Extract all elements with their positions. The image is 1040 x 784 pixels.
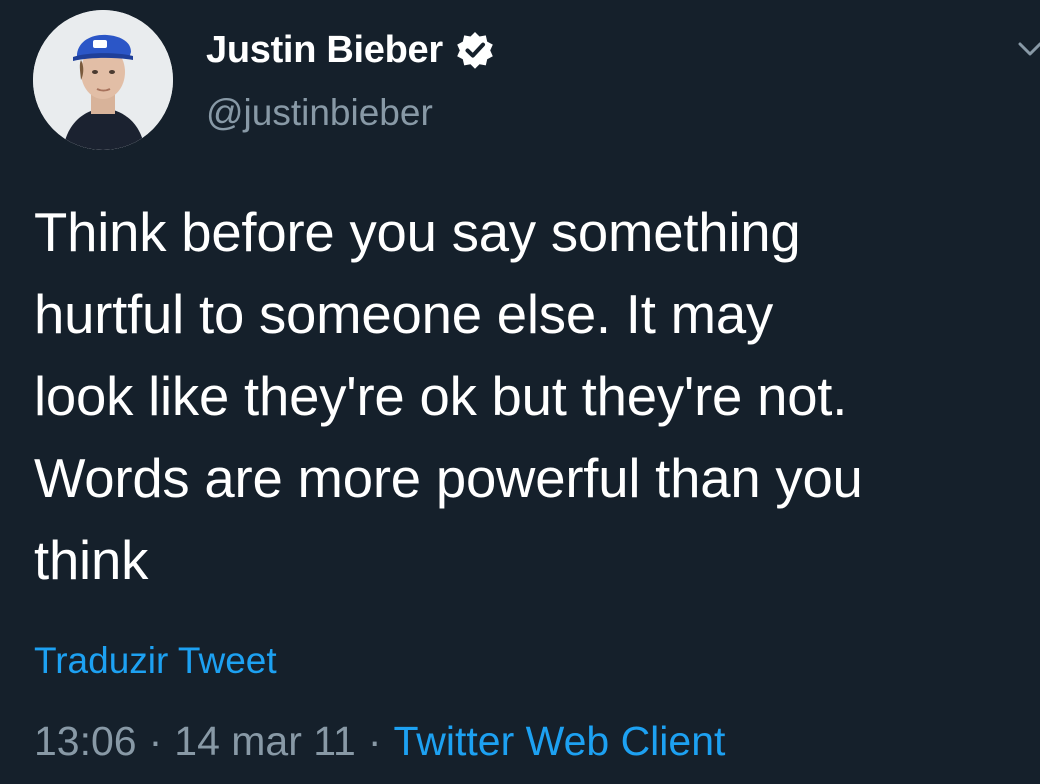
user-handle[interactable]: @justinbieber [206, 92, 433, 134]
tweet-date[interactable]: 14 mar 11 [174, 718, 356, 764]
avatar[interactable] [33, 10, 173, 150]
tweet-metadata: 13:06 · 14 mar 11 · Twitter Web Client [34, 718, 725, 765]
tweet-text: Think before you say something hurtful t… [34, 192, 1034, 602]
tweet-time[interactable]: 13:06 [34, 718, 137, 764]
tweet-card: Justin Bieber @justinbieber Think before… [0, 0, 1040, 784]
translate-tweet-link[interactable]: Traduzir Tweet [34, 640, 277, 682]
tweet-text-line: think [34, 530, 149, 591]
tweet-text-line: Words are more powerful than you [34, 448, 863, 509]
verified-badge-icon [455, 30, 495, 70]
tweet-client-link[interactable]: Twitter Web Client [393, 718, 725, 764]
chevron-down-icon[interactable] [1014, 34, 1040, 64]
tweet-text-line: look like they're ok but they're not. [34, 366, 848, 427]
separator-dot: · [367, 718, 382, 764]
tweet-text-line: Think before you say something [34, 202, 801, 263]
separator-dot: · [148, 718, 163, 764]
display-name[interactable]: Justin Bieber [206, 29, 443, 72]
author-row[interactable]: Justin Bieber [206, 22, 495, 78]
avatar-photo [33, 10, 173, 150]
tweet-text-line: hurtful to someone else. It may [34, 284, 773, 345]
